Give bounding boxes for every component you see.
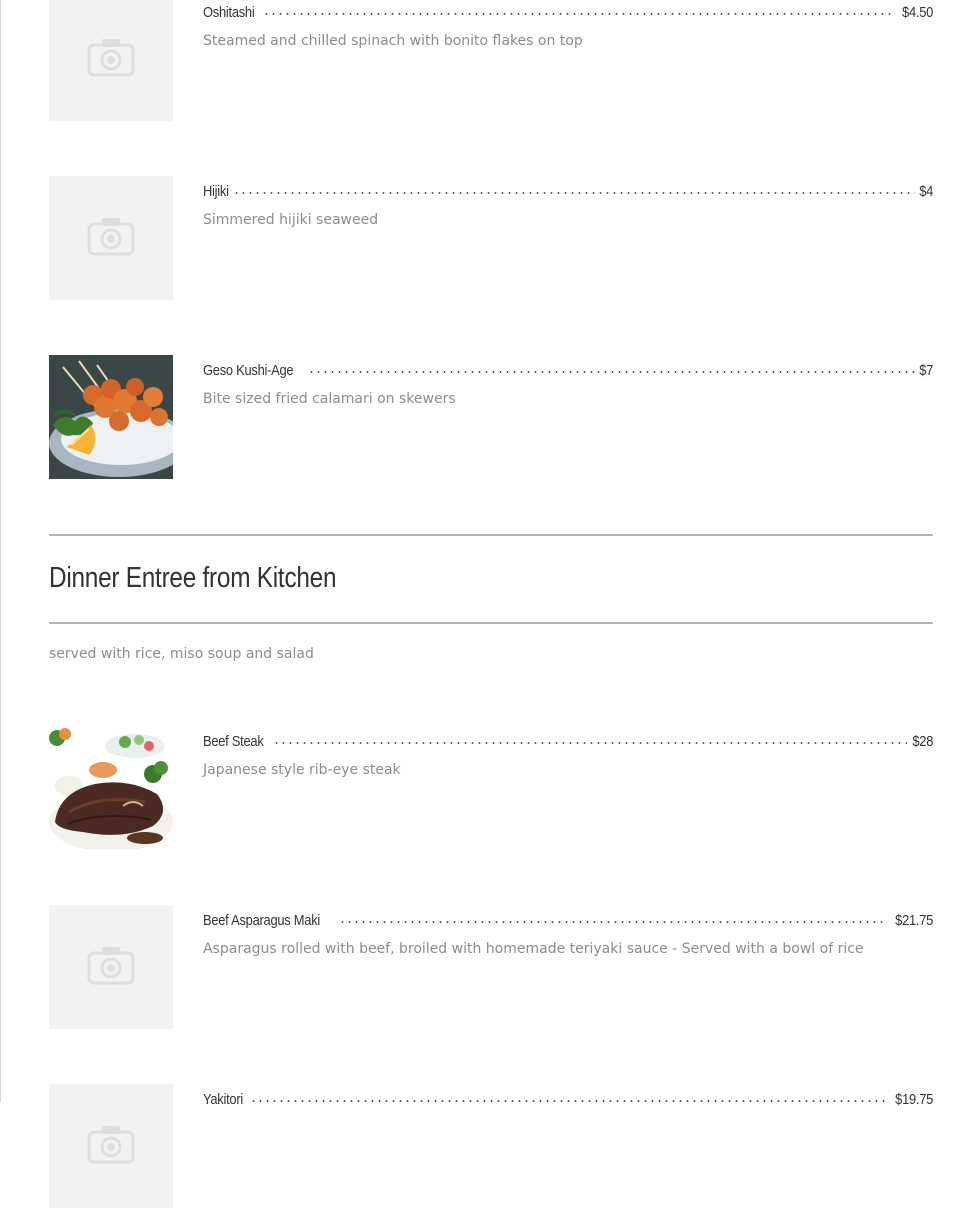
menu-item-description: Japanese style rib-eye steak (203, 762, 401, 778)
section-title: Dinner Entree from Kitchen (49, 562, 337, 594)
menu-item-image (49, 905, 173, 1029)
section-note: served with rice, miso soup and salad (49, 646, 314, 662)
menu-item-name: Oshitashi (203, 4, 255, 21)
camera-placeholder-icon (87, 218, 135, 256)
menu-item-name: Beef Asparagus Maki (203, 912, 321, 929)
menu-item-header: Beef Steak $28 (203, 726, 933, 750)
menu-item-price: $28 (912, 733, 933, 750)
menu-item-price: $4.50 (901, 4, 933, 21)
section-divider-top (49, 534, 933, 536)
menu-item-description: Simmered hijiki seaweed (203, 212, 379, 228)
menu-item-description: Steamed and chilled spinach with bonito … (203, 33, 583, 49)
menu-item-header: Hijiki $4 (203, 176, 933, 200)
menu-item-beef-steak[interactable]: Beef Steak $28 Japanese style rib-eye st… (49, 726, 933, 850)
menu-item-description: Asparagus rolled with beef, broiled with… (203, 941, 864, 957)
menu-item-name: Yakitori (203, 1091, 244, 1108)
menu-item-description: Bite sized fried calamari on skewers (203, 391, 456, 407)
camera-placeholder-icon (87, 39, 135, 77)
menu-item-beef-asparagus-maki[interactable]: Beef Asparagus Maki $21.75 Asparagus rol… (49, 905, 933, 1029)
food-photo-calamari (49, 355, 173, 479)
menu-item-name: Beef Steak (203, 733, 264, 750)
camera-placeholder-icon (87, 1126, 135, 1164)
leader-dots (262, 13, 895, 15)
leader-dots (308, 371, 915, 373)
menu-item-price: $7 (919, 362, 933, 379)
leader-dots (249, 1100, 887, 1102)
leader-dots (232, 192, 915, 194)
fried-calamari-skewers-photo (49, 355, 173, 479)
beef-steak-plate-photo (49, 726, 173, 850)
menu-item-header: Oshitashi $4.50 (203, 0, 933, 21)
menu-item-name: Geso Kushi-Age (203, 362, 294, 379)
menu-item-hijiki[interactable]: Hijiki $4 Simmered hijiki seaweed (49, 176, 933, 300)
page-left-border (0, 0, 1, 1103)
menu-item-header: Geso Kushi-Age $7 (203, 355, 933, 379)
menu-item-price: $19.75 (895, 1091, 933, 1108)
camera-placeholder-icon (87, 947, 135, 985)
menu-item-name: Hijiki (203, 183, 229, 200)
menu-item-image (49, 0, 173, 121)
menu-item-image (49, 176, 173, 300)
menu-item-header: Beef Asparagus Maki $21.75 (203, 905, 933, 929)
menu-item-oshitashi[interactable]: Oshitashi $4.50 Steamed and chilled spin… (49, 0, 933, 121)
menu-item-geso-kushi-age[interactable]: Geso Kushi-Age $7 Bite sized fried calam… (49, 355, 933, 479)
menu-item-price: $21.75 (895, 912, 933, 929)
section-divider-bottom (49, 622, 933, 624)
leader-dots (339, 921, 887, 923)
menu-item-price: $4 (919, 183, 933, 200)
leader-dots (273, 742, 907, 744)
menu-item-header: Yakitori $19.75 (203, 1084, 933, 1108)
food-photo-steak (49, 726, 173, 850)
